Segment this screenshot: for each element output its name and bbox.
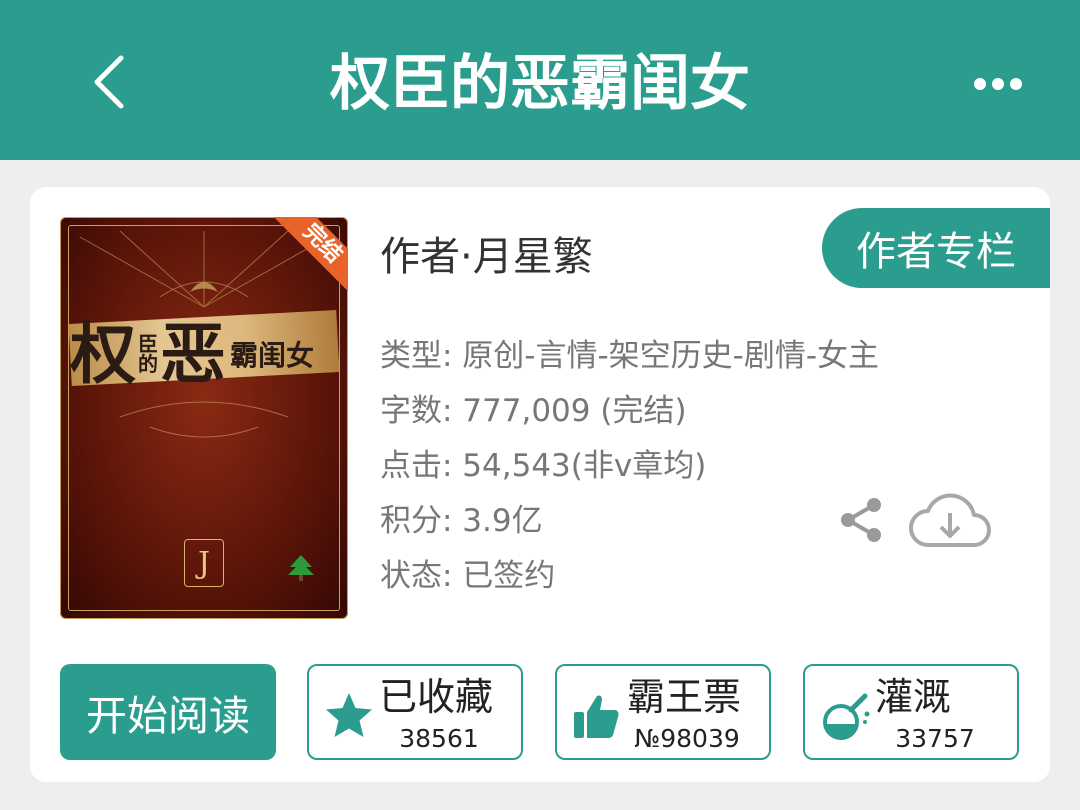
collect-count: 38561	[399, 724, 479, 753]
book-meta: 类型: 原创-言情-架空历史-剧情-女主 字数: 777,009 (完结) 点击…	[380, 329, 980, 604]
vote-count: №98039	[634, 724, 740, 753]
publisher-logo: J	[184, 539, 224, 587]
meta-genre: 类型: 原创-言情-架空历史-剧情-女主	[380, 338, 880, 374]
water-count: 33757	[895, 724, 975, 753]
flask-icon	[823, 693, 870, 740]
vote-button[interactable]: 霸王票 №98039	[555, 664, 771, 760]
more-button[interactable]	[960, 62, 1036, 106]
meta-status: 状态: 已签约	[380, 558, 556, 594]
completed-ribbon: 完结	[270, 217, 348, 295]
book-card: 权 臣 的 恶 霸闺女 完结 J 作者·月星繁 作者专栏 类型: 原创-言情-架…	[30, 187, 1050, 782]
cover-title-char: 的	[138, 352, 158, 376]
cover-title-art: 权 臣 的 恶 霸闺女	[70, 309, 340, 399]
cover-title-rest: 霸闺女	[230, 339, 315, 372]
tree-logo-icon	[288, 555, 314, 581]
completed-ribbon-label: 完结	[270, 217, 348, 295]
share-button[interactable]	[836, 495, 886, 545]
page-title: 权臣的恶霸闺女	[330, 49, 750, 119]
meta-score: 积分: 3.9亿	[380, 503, 543, 539]
water-label: 灌溉	[875, 675, 952, 719]
start-reading-button[interactable]: 开始阅读	[60, 664, 276, 760]
vote-label: 霸王票	[627, 675, 742, 719]
chevron-left-icon	[94, 55, 124, 109]
cover-title-char: 恶	[160, 315, 226, 393]
back-button[interactable]	[78, 50, 138, 114]
top-bar: 权臣的恶霸闺女	[0, 0, 1080, 160]
cover-title-char: 臣	[138, 332, 158, 356]
cloud-download-icon	[909, 493, 991, 547]
download-button[interactable]	[908, 489, 992, 551]
book-cover[interactable]: 权 臣 的 恶 霸闺女 完结 J	[60, 217, 348, 619]
author-name[interactable]: 作者·月星繁	[380, 227, 593, 287]
collect-label: 已收藏	[379, 675, 494, 719]
cover-title-char: 权	[70, 315, 136, 393]
water-button[interactable]: 灌溉 33757	[803, 664, 1019, 760]
thumbs-up-icon	[574, 695, 619, 738]
author-column-button[interactable]: 作者专栏	[822, 208, 1050, 288]
meta-clicks: 点击: 54,543(非v章均)	[380, 448, 707, 484]
star-icon	[326, 693, 372, 737]
cover-title-small: 臣 的	[138, 334, 158, 374]
more-horizontal-icon	[974, 78, 1022, 90]
collect-button[interactable]: 已收藏 38561	[307, 664, 523, 760]
meta-word-count: 字数: 777,009 (完结)	[380, 393, 687, 429]
share-icon	[841, 498, 881, 542]
